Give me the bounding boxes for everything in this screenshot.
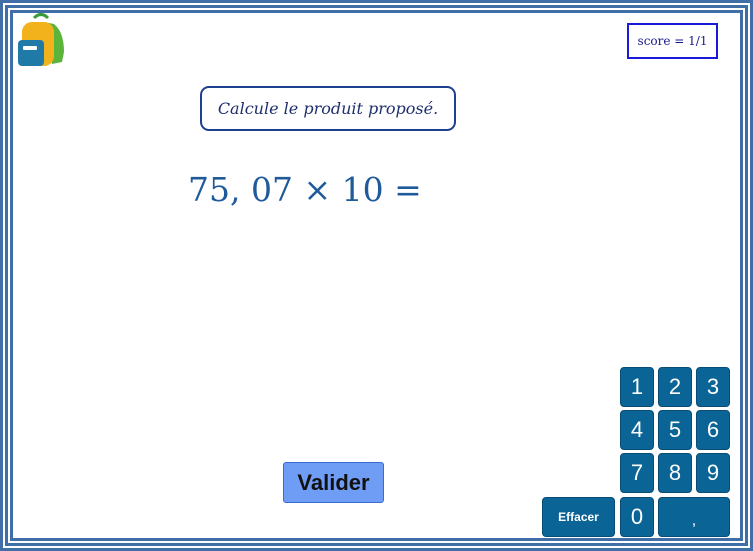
validate-button[interactable]: Valider xyxy=(283,462,384,503)
key-8[interactable]: 8 xyxy=(658,453,692,493)
key-2[interactable]: 2 xyxy=(658,367,692,407)
key-6[interactable]: 6 xyxy=(696,410,730,450)
key-7[interactable]: 7 xyxy=(620,453,654,493)
key-5[interactable]: 5 xyxy=(658,410,692,450)
key-0[interactable]: 0 xyxy=(620,497,654,537)
instruction-box: Calcule le produit proposé. xyxy=(200,86,456,131)
key-3[interactable]: 3 xyxy=(696,367,730,407)
key-comma[interactable]: , xyxy=(658,497,730,537)
clear-button[interactable]: Effacer xyxy=(542,497,615,537)
score-display: score = 1/1 xyxy=(627,23,718,59)
math-expression: 75, 07 × 10 = xyxy=(188,170,422,209)
key-1[interactable]: 1 xyxy=(620,367,654,407)
key-9[interactable]: 9 xyxy=(696,453,730,493)
backpack-icon xyxy=(18,13,64,66)
key-4[interactable]: 4 xyxy=(620,410,654,450)
